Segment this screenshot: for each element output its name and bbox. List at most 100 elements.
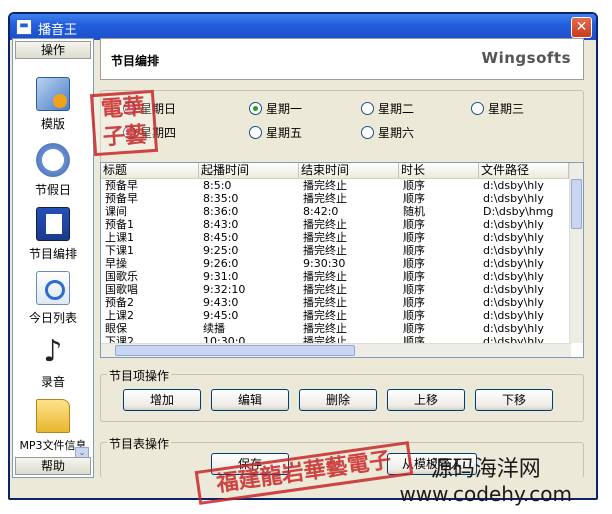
move-up-button[interactable]: 上移: [387, 389, 465, 411]
table-cell: 8:5:0: [203, 179, 232, 192]
column-header[interactable]: 时长: [399, 163, 479, 178]
sidebar-item-label: 节假日: [34, 183, 71, 197]
sidebar-item-label: 模版: [40, 117, 65, 131]
sidebar: 操作 模版 节假日 节目编排 今日列表 ♪ 录音 MP3文件信息 ⌄ 帮助: [12, 38, 94, 478]
table-row[interactable]: 早操 9:26:0 9:30:30 顺序 d:\dsby\hly: [101, 257, 583, 270]
edit-button[interactable]: 编辑: [211, 389, 289, 411]
sidebar-header[interactable]: 操作: [15, 41, 91, 59]
music-note-icon: ♪: [43, 334, 63, 369]
holiday-clock-icon: [36, 143, 70, 177]
delete-button[interactable]: 删除: [299, 389, 377, 411]
table-cell: 上课1: [105, 231, 134, 244]
radio-wednesday[interactable]: 星期三: [471, 100, 524, 117]
table-cell: 续播: [203, 322, 225, 335]
table-row[interactable]: 上课1 8:45:0 播完终止 顺序 d:\dsby\hly: [101, 231, 583, 244]
table-cell: d:\dsby\hly: [483, 218, 544, 231]
table-cell: 播完终止: [303, 270, 347, 283]
main-panel: 节目编排 Wingsofts 星期日 星期一 星期二 星期三 星期四 星期五 星…: [100, 38, 584, 478]
table-cell: d:\dsby\hly: [483, 309, 544, 322]
move-down-button[interactable]: 下移: [475, 389, 553, 411]
red-seal-stamp: 電華 子藝: [89, 89, 159, 157]
radio-saturday[interactable]: 星期六: [361, 124, 414, 141]
table-cell: 8:42:0: [303, 205, 339, 218]
column-header[interactable]: 起播时间: [199, 163, 299, 178]
radio-tuesday[interactable]: 星期二: [361, 100, 414, 117]
table-cell: d:\dsby\hly: [483, 270, 544, 283]
table-row[interactable]: 上课2 9:45:0 播完终止 顺序 d:\dsby\hly: [101, 309, 583, 322]
system-menu-icon[interactable]: ▬: [16, 19, 32, 35]
column-header[interactable]: 标题: [101, 163, 199, 178]
table-cell: 顺序: [403, 231, 425, 244]
column-header[interactable]: 结束时间: [299, 163, 399, 178]
vertical-scrollbar[interactable]: [569, 163, 583, 343]
sidebar-item-today-list[interactable]: 今日列表: [13, 271, 93, 326]
table-cell: 顺序: [403, 283, 425, 296]
radio-circle-icon: [361, 126, 374, 139]
table-cell: 下课1: [105, 244, 134, 257]
table-cell: 播完终止: [303, 218, 347, 231]
column-header[interactable]: 文件路径: [479, 163, 569, 178]
sidebar-item-record[interactable]: ♪ 录音: [13, 335, 93, 390]
table-cell: 播完终止: [303, 244, 347, 257]
table-cell: 眼保: [105, 322, 127, 335]
window-title: 播音王: [38, 23, 78, 38]
radio-label: 星期二: [378, 102, 415, 116]
table-cell: 播完终止: [303, 231, 347, 244]
program-table[interactable]: 标题 起播时间 结束时间 时长 文件路径 预备早 8:5:0 播完终止 顺序 d:\ds…: [100, 162, 584, 358]
scroll-thumb[interactable]: [115, 345, 355, 356]
table-row[interactable]: 眼保 续播 播完终止 顺序 d:\dsby\hly: [101, 322, 583, 335]
table-row[interactable]: 预备早 8:35:0 播完终止 顺序 d:\dsby\hly: [101, 192, 583, 205]
table-cell: 播完终止: [303, 179, 347, 192]
group-legend: 节目表操作: [107, 435, 172, 452]
table-cell: 9:43:0: [203, 296, 239, 309]
table-cell: 8:45:0: [203, 231, 239, 244]
close-button[interactable]: ✕: [571, 17, 592, 38]
radio-circle-checked-icon: [249, 102, 262, 115]
table-cell: 8:43:0: [203, 218, 239, 231]
table-row[interactable]: 课间 8:36:0 8:42:0 随机 D:\dsby\hmg: [101, 205, 583, 218]
table-cell: 8:36:0: [203, 205, 239, 218]
table-row[interactable]: 国歌乐 9:31:0 播完终止 顺序 d:\dsby\hly: [101, 270, 583, 283]
table-cell: 顺序: [403, 257, 425, 270]
template-icon: [36, 77, 70, 111]
sidebar-item-label: 今日列表: [28, 311, 77, 325]
table-cell: 顺序: [403, 322, 425, 335]
table-cell: 9:25:0: [203, 244, 239, 257]
table-cell: 播完终止: [303, 192, 347, 205]
title-bar[interactable]: ▬ 播音王 ✕: [10, 14, 596, 40]
table-cell: 播完终止: [303, 309, 347, 322]
add-button[interactable]: 增加: [123, 389, 201, 411]
table-row[interactable]: 预备早 8:5:0 播完终止 顺序 d:\dsby\hly: [101, 179, 583, 192]
table-cell: 8:35:0: [203, 192, 239, 205]
radio-label: 星期六: [378, 126, 415, 140]
table-cell: 顺序: [403, 244, 425, 257]
table-cell: 播完终止: [303, 296, 347, 309]
table-row[interactable]: 下课1 9:25:0 播完终止 顺序 d:\dsby\hly: [101, 244, 583, 257]
sidebar-item-template[interactable]: 模版: [13, 77, 93, 132]
horizontal-scrollbar[interactable]: [101, 343, 571, 357]
table-row[interactable]: 预备1 8:43:0 播完终止 顺序 d:\dsby\hly: [101, 218, 583, 231]
table-cell: 9:31:0: [203, 270, 239, 283]
table-header: 标题 起播时间 结束时间 时长 文件路径: [101, 163, 583, 179]
table-cell: d:\dsby\hly: [483, 231, 544, 244]
sidebar-item-label: 录音: [40, 375, 65, 389]
radio-monday[interactable]: 星期一: [249, 100, 302, 117]
program-edit-icon: [36, 207, 70, 241]
sidebar-item-program-edit[interactable]: 节目编排: [13, 207, 93, 262]
radio-friday[interactable]: 星期五: [249, 124, 302, 141]
table-cell: 预备早: [105, 192, 138, 205]
table-row[interactable]: 国歌唱 9:32:10 播完终止 顺序 d:\dsby\hly: [101, 283, 583, 296]
scroll-thumb[interactable]: [571, 179, 582, 229]
table-cell: d:\dsby\hly: [483, 283, 544, 296]
table-cell: 顺序: [403, 192, 425, 205]
sidebar-item-label: 节目编排: [28, 247, 77, 261]
sidebar-item-mp3-info[interactable]: MP3文件信息: [13, 399, 93, 453]
help-button[interactable]: 帮助: [15, 457, 91, 475]
table-cell: 顺序: [403, 218, 425, 231]
radio-circle-icon: [361, 102, 374, 115]
table-cell: 顺序: [403, 309, 425, 322]
table-cell: 9:45:0: [203, 309, 239, 322]
sidebar-item-holiday[interactable]: 节假日: [13, 143, 93, 198]
table-row[interactable]: 预备2 9:43:0 播完终止 顺序 d:\dsby\hly: [101, 296, 583, 309]
table-cell: 9:32:10: [203, 283, 246, 296]
